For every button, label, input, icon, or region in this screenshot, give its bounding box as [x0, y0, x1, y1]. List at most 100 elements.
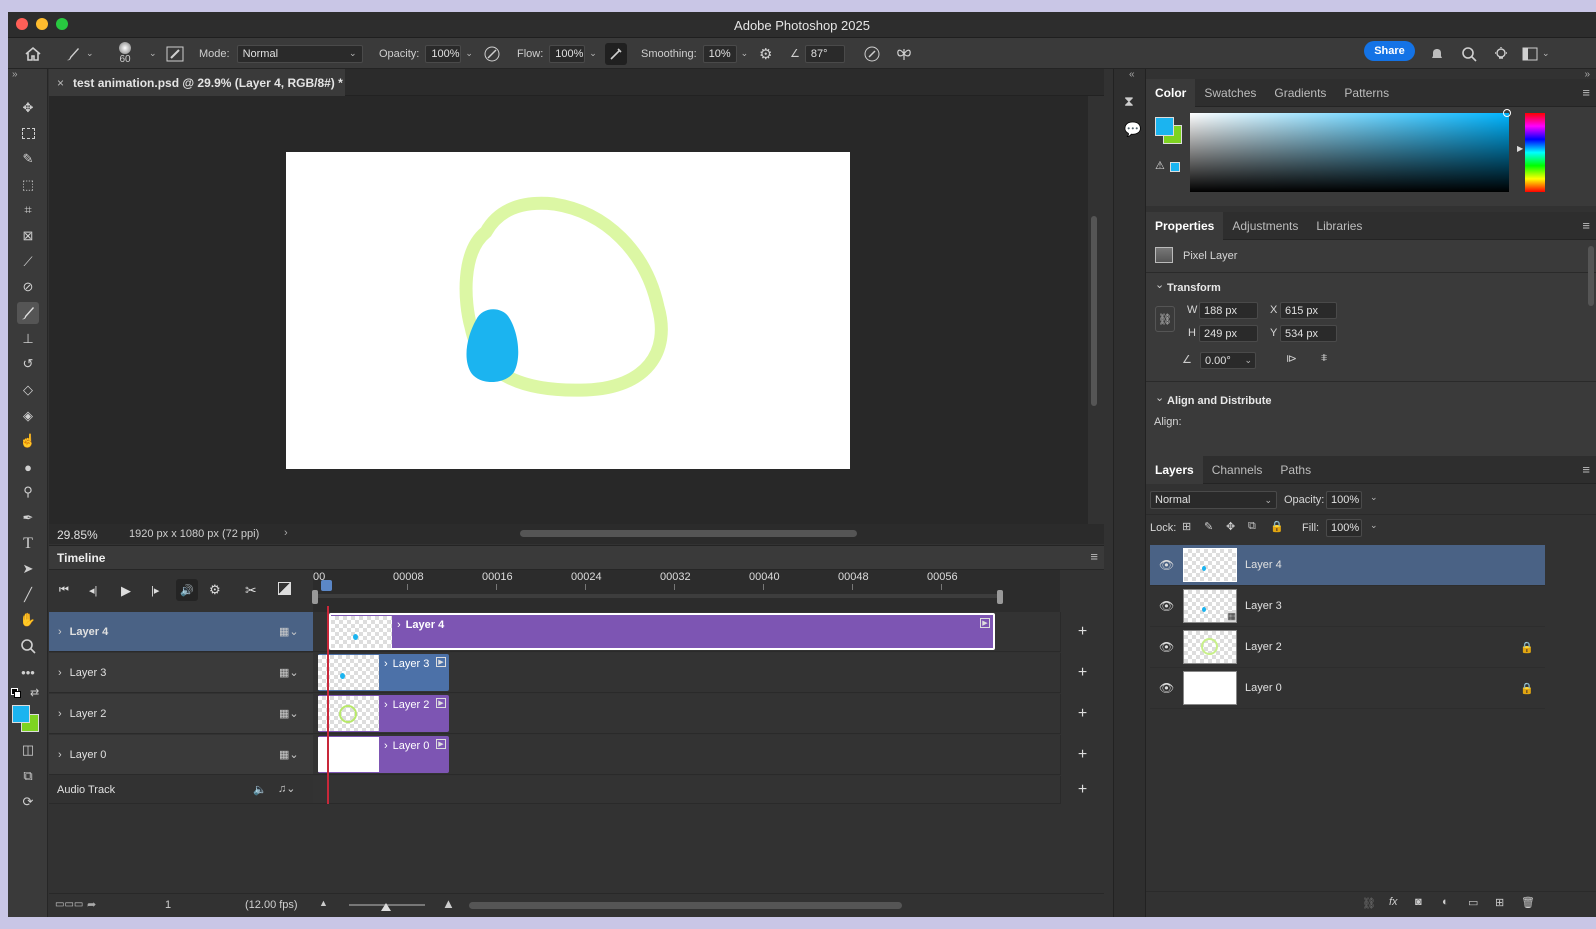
smudge-tool[interactable]: ☝ [17, 430, 39, 452]
chevron-right-icon[interactable]: › [58, 667, 62, 679]
eye-icon[interactable]: 👁 [1159, 599, 1174, 613]
discover-button[interactable] [1493, 38, 1509, 69]
horizontal-scrollbar[interactable] [520, 530, 857, 537]
lock-icon[interactable]: 🔒 [1520, 682, 1534, 695]
layer-clip[interactable]: › Layer 2 ▶ [318, 695, 449, 732]
mode-select[interactable]: Normal ⌄ [236, 44, 363, 63]
smoothing-dropdown[interactable]: ⌄ [741, 48, 749, 59]
layer-row[interactable]: 👁 Layer 4 [1150, 545, 1545, 586]
layer-name[interactable]: Layer 2 [1245, 641, 1282, 653]
tab-color[interactable]: Color [1146, 78, 1196, 107]
height-field[interactable]: 249 px [1199, 325, 1258, 342]
brush-size-dropdown[interactable]: ⌄ [145, 38, 157, 69]
airbrush-toggle[interactable] [605, 38, 627, 69]
work-area-start-handle[interactable] [312, 590, 318, 604]
tab-patterns[interactable]: Patterns [1335, 79, 1398, 107]
pressure-opacity-button[interactable] [483, 38, 501, 69]
fill-dropdown[interactable]: ⌄ [1370, 520, 1378, 531]
audio-mute-icon[interactable]: 🔊 [176, 579, 198, 601]
layer-opacity-dropdown[interactable]: ⌄ [1370, 492, 1378, 503]
chevron-right-icon[interactable]: › [284, 527, 288, 539]
flip-horizontal-icon[interactable]: ⧐ [1286, 352, 1297, 365]
path-selection-tool[interactable]: ➤ [17, 558, 39, 580]
history-brush-tool[interactable]: ↺ [17, 353, 39, 375]
tab-adjustments[interactable]: Adjustments [1223, 212, 1307, 240]
flow-field[interactable]: 100% [549, 44, 586, 63]
film-icon[interactable]: ▦⌄ [279, 666, 299, 679]
opacity-dropdown[interactable]: ⌄ [465, 48, 473, 59]
next-frame-icon[interactable]: |▸ [151, 584, 159, 597]
tab-swatches[interactable]: Swatches [1195, 79, 1265, 107]
timeline-layer-row[interactable]: › Layer 0 ▦⌄ [49, 735, 313, 775]
timeline-settings-icon[interactable]: ⚙ [209, 582, 221, 598]
brush-tool[interactable] [17, 302, 39, 324]
panel-menu-icon[interactable]: ≡ [1090, 549, 1098, 564]
work-area-end-handle[interactable] [997, 590, 1003, 604]
x-position-field[interactable]: 615 px [1280, 302, 1337, 319]
collapse-panels-icon[interactable]: « [1129, 69, 1135, 80]
layer-style-fx-icon[interactable]: fx [1389, 896, 1398, 908]
zoom-in-timeline-icon[interactable]: ▲ [442, 896, 455, 911]
clip-menu-icon[interactable]: ▶ [436, 739, 446, 749]
layer-name[interactable]: Layer 4 [1245, 559, 1282, 571]
link-dimensions-button[interactable]: ⛓ [1155, 306, 1175, 332]
audio-volume-icon[interactable]: 🔈 [253, 783, 267, 796]
type-tool[interactable]: T [17, 533, 39, 555]
work-area-bar[interactable] [315, 594, 1000, 598]
vertical-scrollbar[interactable] [1091, 216, 1097, 406]
chevron-down-icon[interactable]: ⌄ [1155, 391, 1164, 404]
timeline-zoom-thumb[interactable] [381, 903, 391, 911]
panel-menu-icon[interactable]: ≡ [1582, 85, 1590, 100]
first-frame-icon[interactable]: ⏮ [59, 584, 69, 597]
tab-paths[interactable]: Paths [1271, 456, 1320, 484]
lock-image-icon[interactable]: ✎ [1204, 520, 1213, 533]
timeline-ruler[interactable]: 00 00008 00016 00024 00032 00040 00048 00056 [312, 570, 1060, 612]
add-media-button[interactable]: + [1060, 735, 1104, 775]
previous-frame-icon[interactable]: ◂| [89, 584, 97, 597]
brush-size-picker[interactable]: 60 [119, 38, 131, 69]
link-layers-icon[interactable]: ⛓ [1362, 897, 1376, 910]
marquee-tool[interactable] [17, 122, 39, 144]
split-at-playhead-icon[interactable]: ✂ [245, 582, 257, 599]
flow-dropdown[interactable]: ⌄ [589, 48, 597, 59]
zoom-out-timeline-icon[interactable]: ▲ [319, 898, 328, 908]
play-icon[interactable]: ▶ [121, 583, 131, 599]
clip-menu-icon[interactable]: ▶ [436, 698, 446, 708]
timeline-zoom-slider[interactable] [349, 903, 425, 911]
layer-clip[interactable]: › Layer 4 ▶ [329, 613, 995, 650]
playhead-handle[interactable] [321, 580, 332, 591]
foreground-color-chip[interactable] [1155, 117, 1174, 136]
tab-channels[interactable]: Channels [1203, 456, 1272, 484]
generative-button[interactable]: ⟳ [17, 791, 39, 813]
flip-vertical-icon[interactable]: ⩨ [1321, 352, 1327, 365]
share-button[interactable]: Share [1364, 41, 1415, 61]
y-position-field[interactable]: 534 px [1280, 325, 1337, 342]
healing-brush-tool[interactable]: ⊘ [17, 276, 39, 298]
lock-position-icon[interactable]: ✥ [1226, 520, 1235, 533]
layer-row[interactable]: 👁 Layer 2 🔒 [1150, 627, 1545, 668]
dodge-tool[interactable]: ⚲ [17, 481, 39, 503]
brush-settings-toggle[interactable] [166, 38, 184, 69]
hand-tool[interactable]: ✋ [17, 609, 39, 631]
trash-icon[interactable]: 🗑 [1521, 896, 1535, 909]
clip-menu-icon[interactable]: ▶ [980, 618, 990, 628]
hue-slider[interactable] [1525, 113, 1545, 192]
eraser-tool[interactable]: ◇ [17, 379, 39, 401]
swap-colors-icon[interactable]: ⇄ [30, 686, 39, 699]
clip-menu-icon[interactable]: ▶ [436, 657, 446, 667]
default-colors-icon[interactable] [11, 688, 21, 698]
timeline-layer-row[interactable]: › Layer 3 ▦⌄ [49, 653, 313, 693]
chevron-right-icon[interactable]: › [58, 749, 62, 761]
object-selection-tool[interactable]: ⬚ [17, 174, 39, 196]
opacity-field[interactable]: 100% [425, 44, 462, 63]
document-canvas[interactable] [286, 152, 850, 469]
layer-row[interactable]: 👁 Layer 0 🔒 [1150, 668, 1545, 709]
panel-menu-icon[interactable]: ≡ [1582, 462, 1590, 477]
comments-panel-icon[interactable]: 💬 [1124, 121, 1141, 138]
eyedropper-tool[interactable]: ⟋ [17, 251, 39, 273]
layer-opacity-field[interactable]: 100% [1326, 491, 1362, 509]
transition-icon[interactable] [278, 582, 291, 595]
close-tab-icon[interactable]: × [57, 76, 64, 90]
tab-libraries[interactable]: Libraries [1307, 212, 1371, 240]
pen-tool[interactable]: ✒ [17, 507, 39, 529]
